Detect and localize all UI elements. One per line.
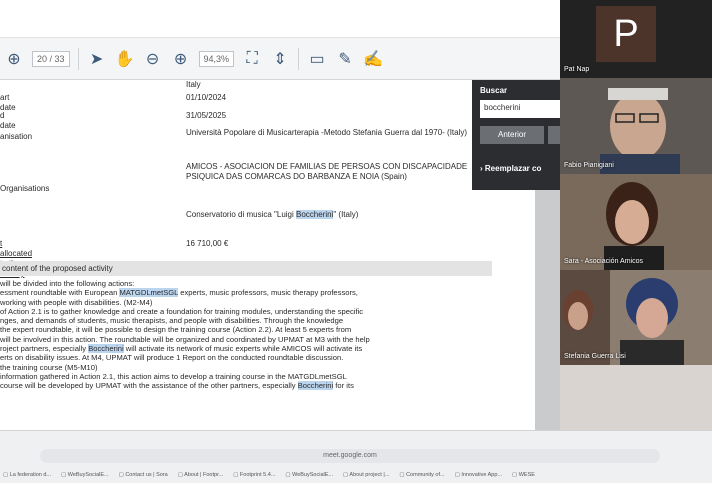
participant-name: Fabio Pianigiani bbox=[564, 162, 614, 169]
text-segment: for its bbox=[333, 381, 354, 391]
search-highlight: Boccherini bbox=[297, 381, 334, 391]
paragraph-line: course will be developed by UPMAT with t… bbox=[0, 381, 495, 391]
search-highlight: MATGDLmetSGL bbox=[119, 288, 179, 298]
self-view-area bbox=[560, 365, 712, 430]
previous-button[interactable]: Anterior bbox=[480, 126, 544, 144]
zoom-select[interactable]: 94,3% bbox=[198, 51, 235, 67]
text-segment: the expert roundtable, it will be possib… bbox=[0, 325, 352, 335]
search-highlight: Boccherini bbox=[296, 210, 334, 219]
value: 31/05/2025 bbox=[186, 111, 227, 120]
paragraph: will be divided into the following actio… bbox=[0, 279, 495, 391]
bookmark-item[interactable]: ▢ Community of... bbox=[399, 472, 444, 484]
paragraph-line: nges, and demands of students, music the… bbox=[0, 316, 495, 325]
participant-video bbox=[560, 174, 712, 270]
text-segment: experts, music professors, music therapy… bbox=[178, 288, 358, 298]
text-segment: will be divided into the following actio… bbox=[0, 279, 135, 288]
label: Organisations bbox=[0, 184, 50, 193]
text-segment: course will be developed by UPMAT with t… bbox=[0, 381, 298, 391]
paragraph-line: will be divided into the following actio… bbox=[0, 279, 495, 288]
value-part: Conservatorio di musica "Luigi bbox=[186, 210, 296, 219]
bookmark-item[interactable]: ▢ La federation d... bbox=[3, 472, 51, 484]
paragraph-line: the expert roundtable, it will be possib… bbox=[0, 325, 495, 334]
participant-name: Sara - Asociación Amicos bbox=[564, 258, 643, 265]
scroll-mode-icon[interactable]: ⇕ bbox=[270, 49, 290, 69]
meet-participant-column: P Pat Nap Fabio Pianigiani Sara - Asocia… bbox=[560, 0, 712, 430]
label: art date bbox=[0, 93, 16, 112]
find-panel: Buscar boccherini Anterior › Reemplazar … bbox=[472, 80, 560, 190]
divider bbox=[298, 48, 300, 70]
value: Università Popolare di Musicarterapia -M… bbox=[186, 128, 468, 137]
text-segment: working with people with disabilities. (… bbox=[0, 297, 153, 307]
label: d date bbox=[0, 111, 16, 130]
text-segment: the training course (M5-M10) bbox=[0, 362, 98, 372]
text-segment: will be involved in this action. The rou… bbox=[0, 334, 370, 344]
bookmark-item[interactable]: ▢ WeBuySocialE... bbox=[61, 472, 109, 484]
sign-icon[interactable]: ✍ bbox=[363, 49, 383, 69]
value: 16 710,00 € bbox=[186, 239, 229, 248]
zoom-out-icon[interactable]: ⊖ bbox=[143, 49, 163, 69]
value: Italy bbox=[186, 80, 201, 89]
value-part: " (Italy) bbox=[333, 210, 359, 219]
pen-icon[interactable]: ✎ bbox=[335, 49, 355, 69]
avatar: P bbox=[596, 6, 656, 62]
paragraph-line: information gathered in Action 2.1, this… bbox=[0, 372, 495, 381]
text-segment: erts on disability issues. At M4, UPMAT … bbox=[0, 353, 344, 363]
participant-tile[interactable]: Stefania Guerra Lisi bbox=[560, 270, 712, 365]
next-button[interactable] bbox=[548, 126, 560, 144]
search-highlight: Boccherini bbox=[88, 344, 124, 354]
text-segment: roject partners, especially bbox=[0, 344, 89, 354]
paragraph-line: of Action 2.1 is to gather knowledge and… bbox=[0, 307, 495, 316]
participant-video bbox=[560, 270, 712, 365]
paragraph-line: the training course (M5-M10) bbox=[0, 363, 495, 372]
download-icon[interactable]: ⊕ bbox=[4, 49, 24, 69]
pdf-toolbar: ⊕ 20 / 33 ➤ ✋ ⊖ ⊕ 94,3% ⛶ ⇕ ▭ ✎ ✍ bbox=[0, 0, 560, 80]
paragraph-line: working with people with disabilities. (… bbox=[0, 298, 495, 307]
section-heading: content of the proposed activity bbox=[0, 261, 492, 276]
value: 01/10/2024 bbox=[186, 93, 227, 102]
paragraph-line: will be involved in this action. The rou… bbox=[0, 335, 495, 344]
comment-icon[interactable]: ▭ bbox=[307, 49, 327, 69]
paragraph-line: essment roundtable with European MATGDLm… bbox=[0, 288, 495, 298]
divider bbox=[77, 48, 79, 70]
text-segment: nges, and demands of students, music the… bbox=[0, 316, 344, 326]
participant-name: Stefania Guerra Lisi bbox=[564, 353, 626, 360]
label: anisation bbox=[0, 132, 33, 141]
browser-bottom-bar: ⊙ ▭ ◈ meet.google.com ▢ La federation d.… bbox=[0, 430, 712, 483]
bookmark-item[interactable]: ▢ About | Footpr... bbox=[178, 472, 223, 484]
text-segment: will activate its network of music exper… bbox=[123, 344, 363, 354]
bookmark-item[interactable]: ▢ About project |... bbox=[343, 472, 389, 484]
page-number-field[interactable]: 20 / 33 bbox=[32, 51, 70, 67]
cursor-icon[interactable]: ➤ bbox=[87, 49, 107, 69]
zoom-in-icon[interactable]: ⊕ bbox=[171, 49, 191, 69]
value: AMICOS - ASOCIACION DE FAMILIAS DE PERSO… bbox=[186, 162, 468, 181]
participant-tile[interactable]: P Pat Nap bbox=[560, 0, 712, 78]
address-bar[interactable]: meet.google.com bbox=[40, 449, 660, 463]
paragraph-line: erts on disability issues. At M4, UPMAT … bbox=[0, 353, 495, 362]
bookmark-item[interactable]: ▢ Innovative App... bbox=[455, 472, 502, 484]
text-segment: information gathered in Action 2.1, this… bbox=[0, 371, 347, 381]
search-input[interactable]: boccherini bbox=[480, 100, 560, 118]
bookmark-item[interactable]: ▢ WESE bbox=[512, 472, 535, 484]
bookmark-item[interactable]: ▢ Contact us | Sora bbox=[119, 472, 168, 484]
participant-tile[interactable]: Fabio Pianigiani bbox=[560, 78, 712, 174]
pdf-document: Italy art date 01/10/2024 d date 31/05/2… bbox=[0, 80, 535, 430]
toolbar-row: ⊕ 20 / 33 ➤ ✋ ⊖ ⊕ 94,3% ⛶ ⇕ ▭ ✎ ✍ bbox=[0, 42, 560, 76]
text-segment: essment roundtable with European bbox=[0, 288, 120, 298]
participant-tile[interactable]: Sara - Asociación Amicos bbox=[560, 174, 712, 270]
tab-strip bbox=[0, 0, 560, 38]
text-segment: of Action 2.1 is to gather knowledge and… bbox=[0, 306, 364, 316]
bookmark-item[interactable]: ▢ Footprint 5.4... bbox=[233, 472, 275, 484]
bookmarks-bar: ▢ La federation d... ▢ WeBuySocialE... ▢ C… bbox=[0, 472, 712, 484]
value: Conservatorio di musica "Luigi Boccherin… bbox=[186, 210, 476, 220]
fit-page-icon[interactable]: ⛶ bbox=[242, 50, 262, 68]
hand-icon[interactable]: ✋ bbox=[115, 49, 135, 69]
find-title: Buscar bbox=[480, 86, 508, 95]
participant-video bbox=[560, 78, 712, 174]
paragraph-line: roject partners, especially Boccherini w… bbox=[0, 344, 495, 354]
replace-toggle[interactable]: › Reemplazar co bbox=[480, 164, 541, 173]
bookmark-item[interactable]: ▢ WeBuySocialE... bbox=[285, 472, 333, 484]
participant-name: Pat Nap bbox=[564, 66, 590, 73]
